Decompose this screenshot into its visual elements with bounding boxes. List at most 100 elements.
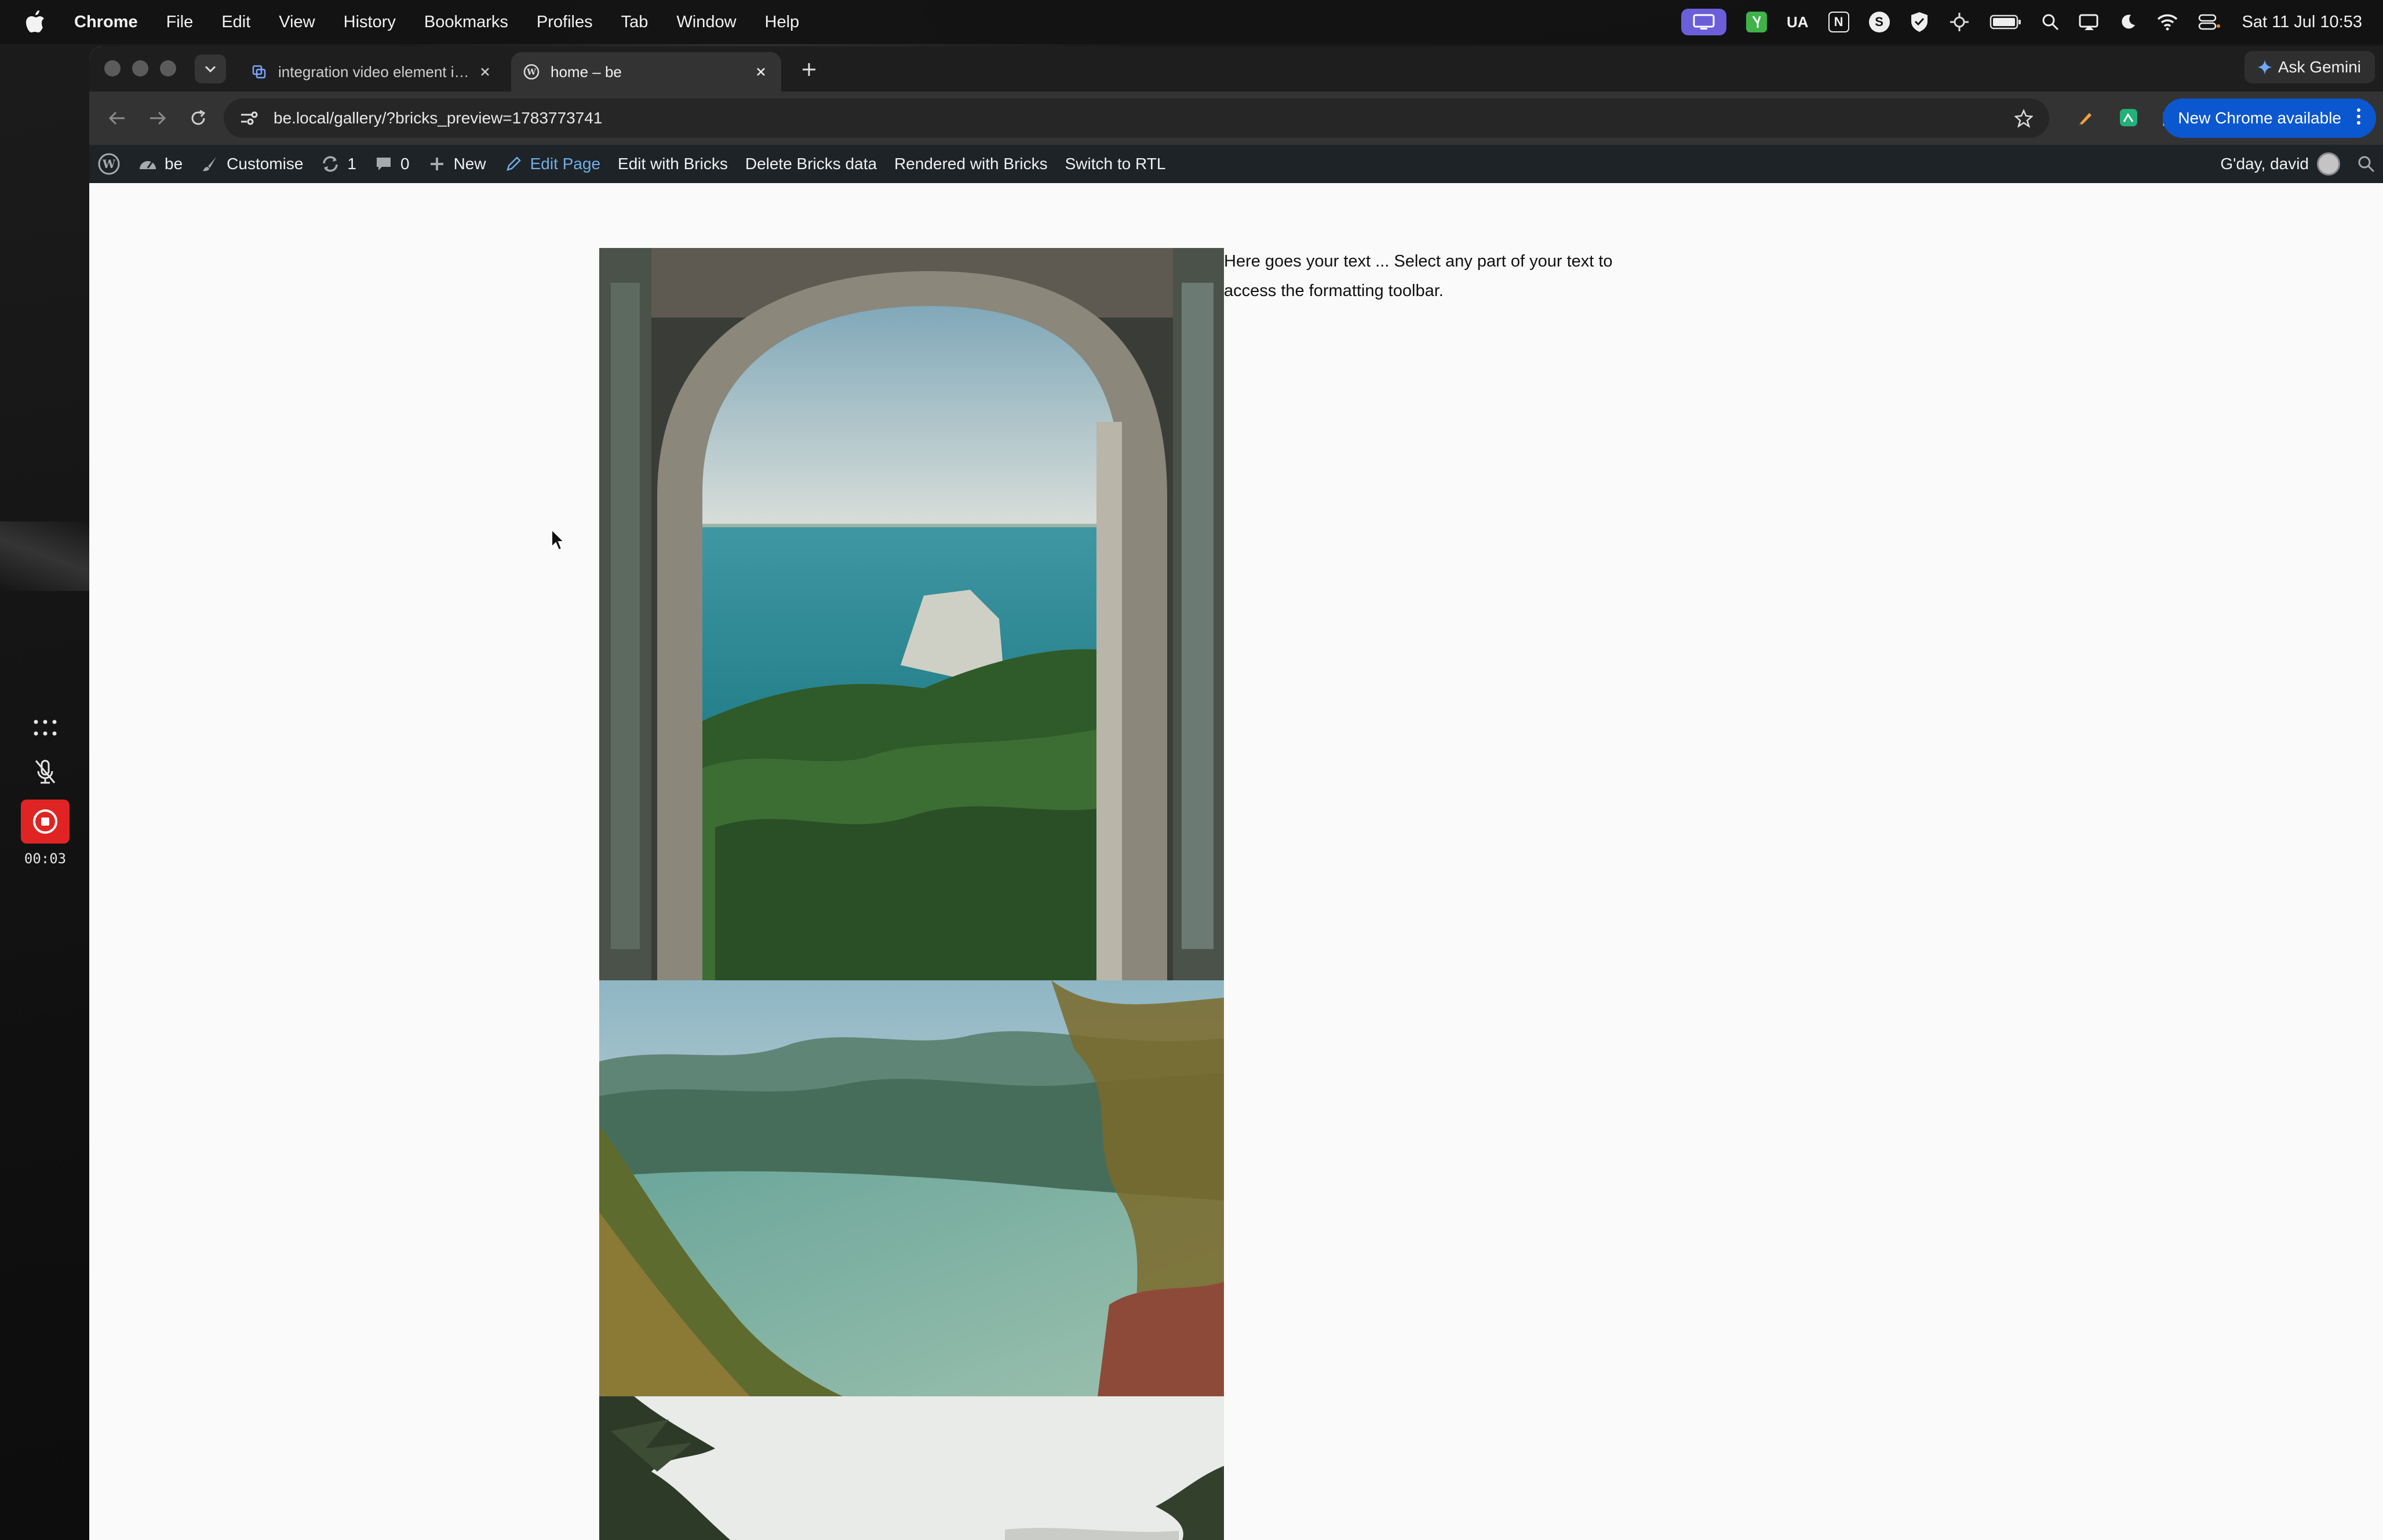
menu-window[interactable]: Window [676,13,736,32]
ask-gemini-button[interactable]: Ask Gemini [2244,51,2375,83]
apple-icon[interactable] [21,8,50,37]
recording-timer: 00:03 [24,851,67,867]
control-center-icon[interactable] [2198,13,2220,31]
menu-file[interactable]: File [166,13,194,32]
zoom-window-button[interactable] [160,60,176,76]
url-text[interactable]: be.local/gallery/?bricks_preview=1783773… [274,109,2012,127]
customise-label: Customise [227,155,304,173]
tab-title: home – be [551,63,622,81]
stop-recording-button[interactable] [21,800,70,844]
ua-input-indicator[interactable]: UA [1787,13,1809,31]
menu-bookmarks[interactable]: Bookmarks [424,13,508,32]
svg-text:W: W [102,157,116,171]
customise-link[interactable]: Customise [191,145,312,183]
my-account-menu[interactable]: G'day, david [2211,145,2349,183]
vpn-icon[interactable] [1949,12,1970,32]
new-chrome-label: New Chrome available [2178,109,2341,127]
shield-icon[interactable] [1910,11,1929,33]
macos-menubar: Chrome File Edit View History Bookmarks … [0,0,2383,44]
chevron-down-icon [205,65,216,73]
menu-edit[interactable]: Edit [221,13,250,32]
close-tab-icon[interactable] [476,63,494,81]
wp-admin-bar: W be Customise 1 0 New Edit Page Edit wi… [89,145,2383,183]
gallery-image-arch-window-sea[interactable] [599,248,1224,980]
address-bar[interactable]: be.local/gallery/?bricks_preview=1783773… [224,98,2049,138]
rich-text-block[interactable]: Here goes your text ... Select any part … [1224,247,1641,306]
tab-search-button[interactable] [195,54,226,83]
screen-mirroring-icon[interactable] [2079,13,2100,31]
tab-integration-video[interactable]: integration video element in d [239,52,505,92]
wp-logo-menu[interactable]: W [89,145,129,183]
battery-icon[interactable] [1990,14,2022,30]
tab-favicon-icon [250,63,268,81]
wifi-icon[interactable] [2156,13,2178,31]
close-tab-icon[interactable] [752,63,770,81]
avatar [2317,152,2340,176]
edit-page-label: Edit Page [530,155,601,173]
plus-icon [427,154,447,174]
bookmark-star-icon[interactable] [2012,107,2035,130]
dashboard-gauge-icon [138,154,158,174]
mouse-cursor-icon [551,528,566,551]
tab-home-be[interactable]: W home – be [511,52,781,92]
microphone-muted-icon[interactable] [21,750,70,794]
status-area: UA N S Sat 11 Jul 10:53 [1661,0,2383,44]
tab-strip: integration video element in d W home – … [89,46,2383,92]
reload-icon[interactable] [183,103,213,133]
admin-search-icon[interactable] [2349,145,2383,183]
image-gallery [599,248,1224,1540]
new-tab-plus-icon[interactable] [797,58,821,81]
comments-link[interactable]: 0 [365,145,418,183]
moon-icon[interactable] [2119,13,2137,31]
pencil-icon [504,154,523,174]
updates-count: 1 [347,155,356,173]
kebab-menu-icon[interactable] [2356,108,2361,129]
menu-view[interactable]: View [279,13,315,32]
ask-gemini-label: Ask Gemini [2278,58,2361,76]
updates-refresh-icon [320,154,340,174]
greeting-label: G'day, david [2220,155,2309,173]
switch-to-rtl-link[interactable]: Switch to RTL [1056,145,1175,183]
yandex-icon[interactable] [1746,12,1767,32]
close-window-button[interactable] [104,60,121,76]
menubar-clock[interactable]: Sat 11 Jul 10:53 [2242,13,2362,32]
minimize-window-button[interactable] [132,60,148,76]
new-chrome-available-button[interactable]: New Chrome available [2163,98,2376,138]
forward-arrow-icon[interactable] [143,103,173,133]
menu-tab[interactable]: Tab [621,13,648,32]
wordpress-favicon-icon: W [523,63,540,81]
menu-app-chrome[interactable]: Chrome [74,13,138,32]
page-content: Here goes your text ... Select any part … [89,183,2383,1540]
spotlight-search-icon[interactable] [2042,13,2059,31]
recorder-menu-dots-icon[interactable] [21,706,70,750]
updates-link[interactable]: 1 [312,145,365,183]
gallery-image-mountain-lake[interactable] [599,980,1224,1396]
menu-help[interactable]: Help [765,13,800,32]
green-extension-icon[interactable] [2114,103,2143,132]
gallery-image-trees-sky[interactable] [599,1396,1224,1540]
screen-share-icon[interactable] [1681,9,1726,35]
admin-bar-secondary: G'day, david [2211,145,2383,183]
edit-with-bricks-link[interactable]: Edit with Bricks [609,145,737,183]
site-name-label: be [165,155,183,173]
brush-icon [200,154,220,174]
rendered-with-bricks-link[interactable]: Rendered with Bricks [886,145,1056,183]
comment-bubble-icon [374,154,393,174]
back-arrow-icon[interactable] [102,103,132,133]
delete-bricks-data-link[interactable]: Delete Bricks data [737,145,886,183]
stop-record-icon [33,809,57,834]
s-app-icon[interactable]: S [1868,12,1890,32]
comments-count: 0 [400,155,410,173]
menu-profiles[interactable]: Profiles [537,13,593,32]
site-name-menu[interactable]: be [129,145,191,183]
screen-recorder-widget: 00:03 [21,706,70,867]
pen-extension-icon[interactable] [2071,103,2100,132]
notion-icon[interactable]: N [1828,12,1849,32]
site-settings-icon[interactable] [238,107,261,130]
browser-toolbar: be.local/gallery/?bricks_preview=1783773… [89,92,2383,145]
edit-page-link[interactable]: Edit Page [495,145,609,183]
window-controls [104,60,188,76]
new-content-menu[interactable]: New [418,145,495,183]
menu-history[interactable]: History [344,13,396,32]
new-label: New [453,155,486,173]
